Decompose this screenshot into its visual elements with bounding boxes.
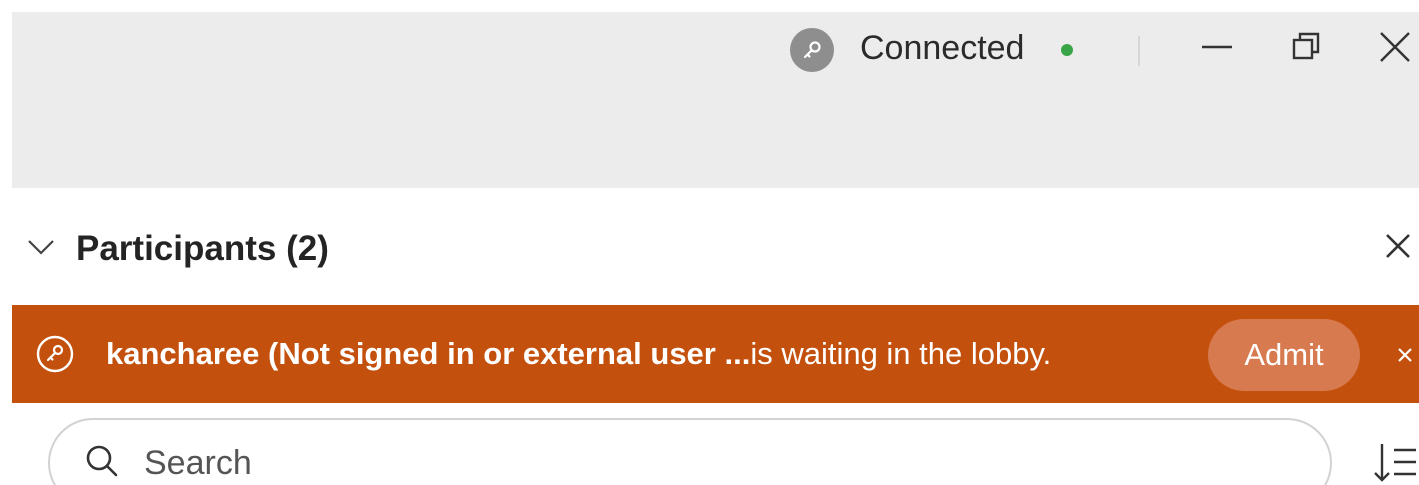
participants-title: Participants (2): [76, 229, 329, 268]
connection-status-label: Connected: [860, 29, 1025, 67]
key-icon[interactable]: [790, 28, 834, 72]
lobby-user-name: kancharee (Not signed in or external use…: [106, 336, 751, 371]
search-input[interactable]: [144, 438, 1244, 485]
participants-window: Connected Participants (2) kancharee (No…: [0, 0, 1419, 485]
search-icon: [86, 445, 118, 477]
restore-icon: [1292, 32, 1320, 60]
key-icon: [36, 335, 74, 373]
minimize-button[interactable]: [1192, 22, 1242, 72]
title-divider: [1138, 36, 1140, 66]
lobby-status-text: is waiting in the lobby.: [750, 336, 1052, 371]
window-close-button[interactable]: [1370, 22, 1419, 72]
lobby-notification-banner: kancharee (Not signed in or external use…: [12, 305, 1419, 403]
close-icon[interactable]: [1395, 345, 1415, 365]
admit-button[interactable]: Admit: [1208, 319, 1360, 391]
title-bar: Connected: [12, 12, 1419, 188]
sort-icon[interactable]: [1372, 440, 1416, 485]
connection-status-dot: [1061, 44, 1073, 56]
restore-button[interactable]: [1282, 22, 1332, 72]
search-box[interactable]: [48, 418, 1332, 485]
lobby-message: kancharee (Not signed in or external use…: [106, 331, 1051, 377]
participants-header: Participants (2): [12, 220, 1419, 280]
close-icon[interactable]: [1380, 228, 1416, 264]
chevron-down-icon[interactable]: [26, 232, 56, 262]
close-icon: [1380, 32, 1410, 62]
minimize-icon: [1202, 45, 1232, 49]
